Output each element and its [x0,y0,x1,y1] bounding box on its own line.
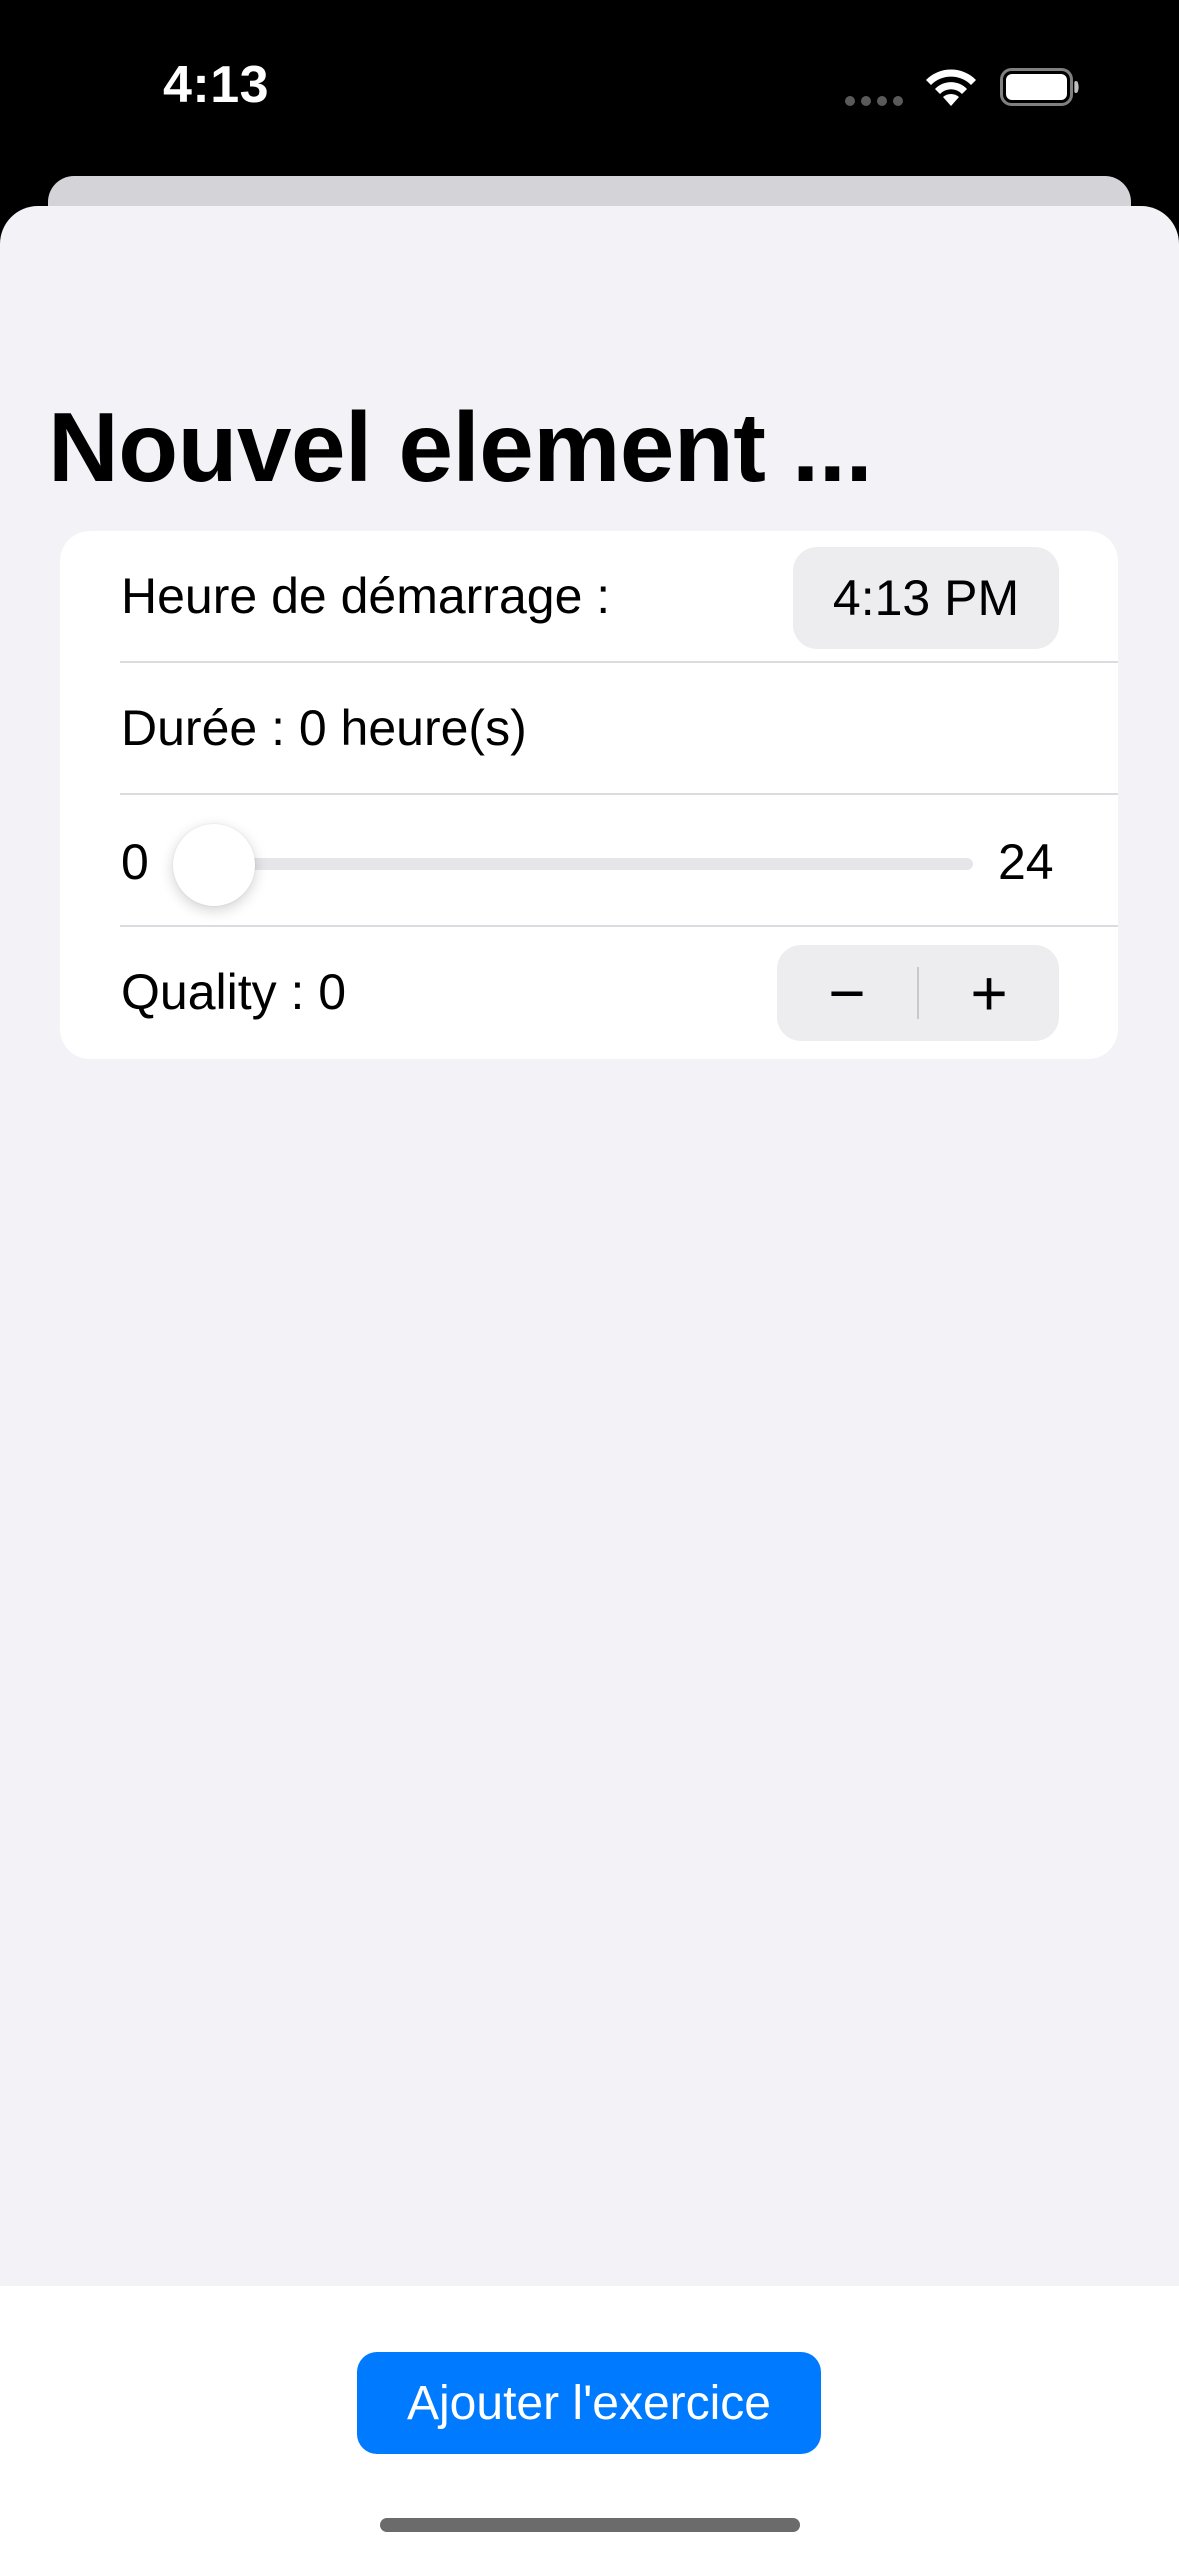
add-exercise-button[interactable]: Ajouter l'exercice [357,2352,821,2454]
start-time-row: Heure de démarrage : 4:13 PM [60,531,1118,663]
page-title: Nouvel element ... [48,392,873,502]
status-bar: 4:13 [0,0,1179,170]
start-time-picker[interactable]: 4:13 PM [793,547,1059,649]
duration-slider-track[interactable] [213,858,973,870]
quality-stepper: − + [777,945,1059,1041]
duration-slider-thumb[interactable] [173,824,255,906]
decrement-button[interactable]: − [777,945,917,1041]
quality-label: Quality : 0 [121,964,347,1020]
start-time-label: Heure de démarrage : [121,568,611,624]
increment-button[interactable]: + [919,945,1059,1041]
wifi-icon [926,69,976,106]
quality-row: Quality : 0 − + [60,927,1118,1059]
duration-row: Durée : 0 heure(s) [60,663,1118,795]
slider-max-label: 24 [998,834,1054,890]
battery-icon [1000,68,1079,106]
home-indicator [380,2518,800,2532]
status-time: 4:13 [163,56,270,114]
form-card: Heure de démarrage : 4:13 PM Durée : 0 h… [60,531,1118,1059]
bottom-bar: Ajouter l'exercice [0,2286,1179,2556]
signal-dots-icon [845,96,905,106]
duration-label: Durée : 0 heure(s) [121,700,527,756]
modal-sheet: Nouvel element ... Heure de démarrage : … [0,206,1179,2556]
duration-slider-row: 0 24 [60,795,1118,927]
slider-min-label: 0 [121,834,149,890]
